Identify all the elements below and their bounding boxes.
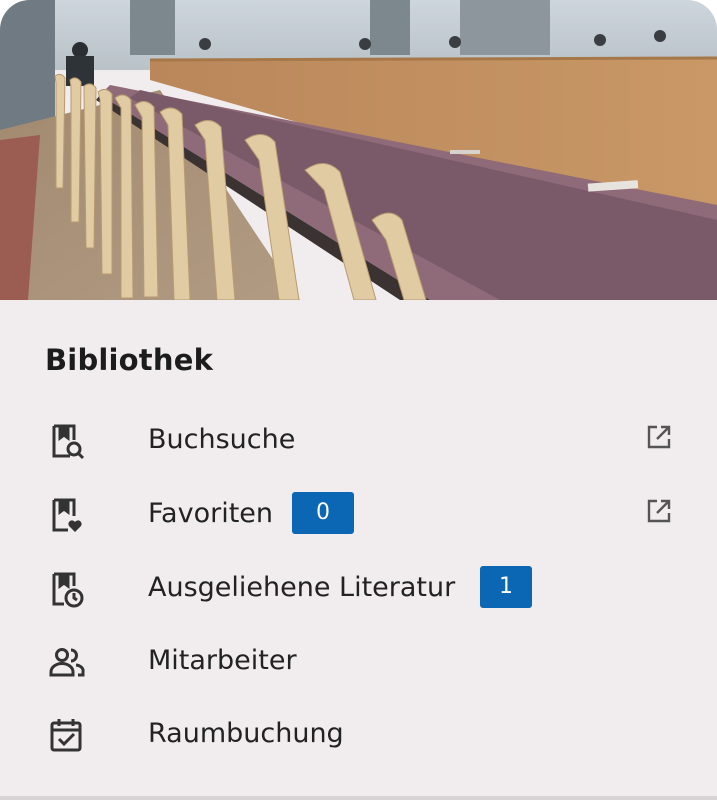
- list-item-mitarbeiter[interactable]: Mitarbeiter: [0, 629, 717, 693]
- external-link-icon[interactable]: [646, 498, 672, 524]
- list-item-favoriten[interactable]: Favoriten 0: [0, 482, 717, 546]
- people-icon: [48, 643, 86, 681]
- list-item-label: Ausgeliehene Literatur: [148, 572, 456, 603]
- list-item-label: Mitarbeiter: [148, 645, 297, 676]
- list-item-label: Raumbuchung: [148, 718, 344, 749]
- library-card: Bibliothek Buchsuche Favoriten 0 Ausgeli…: [0, 0, 717, 800]
- book-search-icon: [48, 422, 86, 460]
- external-link-icon[interactable]: [646, 424, 672, 450]
- list-item-buchsuche[interactable]: Buchsuche: [0, 408, 717, 472]
- list-item-ausgeliehene-literatur[interactable]: Ausgeliehene Literatur 1: [0, 556, 717, 620]
- favorites-count-badge: 0: [292, 492, 354, 534]
- borrowed-count-badge: 1: [480, 566, 532, 608]
- list-item-label: Favoriten: [148, 498, 274, 529]
- book-heart-icon: [48, 496, 86, 534]
- book-clock-icon: [48, 570, 86, 608]
- section-title: Bibliothek: [45, 343, 214, 377]
- library-header-photo: [0, 0, 717, 300]
- calendar-check-icon: [48, 716, 86, 754]
- divider: [0, 796, 717, 800]
- list-item-raumbuchung[interactable]: Raumbuchung: [0, 702, 717, 766]
- list-item-label: Buchsuche: [148, 424, 296, 455]
